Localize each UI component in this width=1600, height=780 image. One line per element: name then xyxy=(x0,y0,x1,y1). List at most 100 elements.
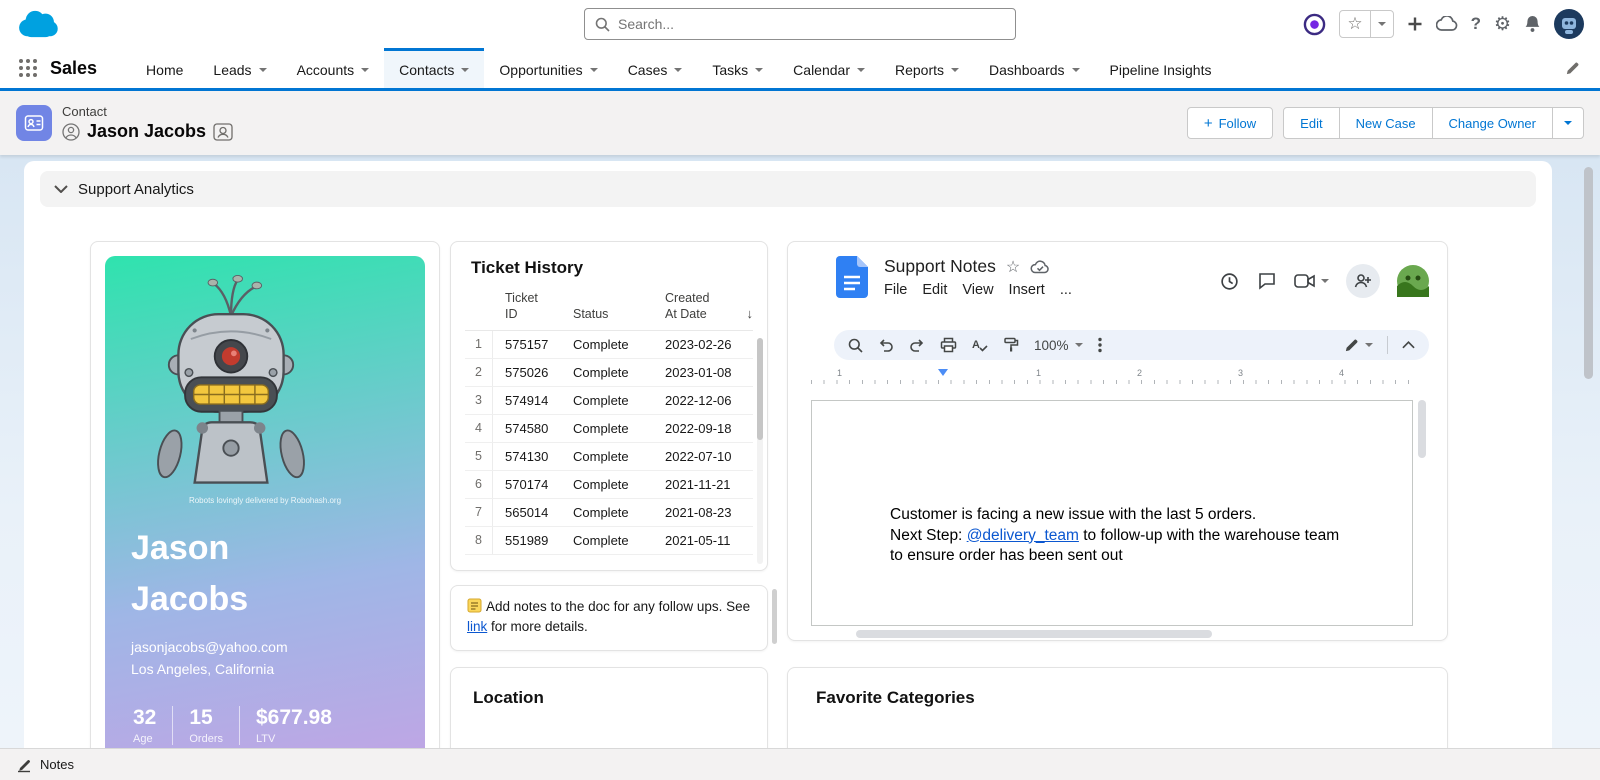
docs-vertical-scrollbar[interactable] xyxy=(1418,400,1426,458)
tab-calendar[interactable]: Calendar xyxy=(778,48,880,88)
ticket-row[interactable]: 4 574580 Complete 2022-09-18 xyxy=(465,414,753,443)
sort-descending-icon[interactable]: ↓ xyxy=(747,306,754,323)
tab-home[interactable]: Home xyxy=(131,48,198,88)
spellcheck-icon[interactable]: A xyxy=(972,337,988,353)
note-scrollbar[interactable] xyxy=(772,589,777,644)
app-name[interactable]: Sales xyxy=(50,48,131,88)
favorites-button[interactable]: ☆ xyxy=(1339,10,1394,38)
docs-search-icon[interactable] xyxy=(848,338,863,353)
editing-mode-button[interactable] xyxy=(1344,338,1373,353)
tab-accounts[interactable]: Accounts xyxy=(282,48,385,88)
more-actions-button[interactable] xyxy=(1552,107,1584,139)
docs-user-avatar[interactable] xyxy=(1397,265,1429,297)
robot-caption: Robots lovingly delivered by Robohash.or… xyxy=(188,496,342,505)
ticket-row[interactable]: 6 570174 Complete 2021-11-21 xyxy=(465,470,753,499)
docs-menu-[interactable]: ... xyxy=(1060,282,1072,298)
app-launcher-icon[interactable] xyxy=(0,48,50,88)
ticket-row[interactable]: 3 574914 Complete 2022-12-06 xyxy=(465,386,753,415)
record-actions: + Follow Edit New Case Change Owner xyxy=(1186,107,1584,139)
tab-tasks[interactable]: Tasks xyxy=(697,48,778,88)
docs-horizontal-scrollbar[interactable] xyxy=(856,630,1212,638)
collapse-toolbar-icon[interactable] xyxy=(1402,341,1415,349)
ticket-row[interactable]: 8 551989 Complete 2021-05-11 xyxy=(465,526,753,555)
add-icon[interactable] xyxy=(1407,16,1423,32)
tab-cases[interactable]: Cases xyxy=(613,48,698,88)
stat-orders: 15 Orders xyxy=(172,706,239,746)
salesforce-app-window: ☆ ? ⚙ Sale xyxy=(0,0,1600,780)
user-avatar[interactable] xyxy=(1554,9,1584,39)
tab-dashboards[interactable]: Dashboards xyxy=(974,48,1095,88)
tab-opportunities[interactable]: Opportunities xyxy=(484,48,612,88)
comments-icon[interactable] xyxy=(1257,271,1277,291)
global-search[interactable] xyxy=(584,8,1016,40)
chevron-down-icon xyxy=(54,185,68,193)
tab-label: Accounts xyxy=(296,61,355,78)
note-link[interactable]: link xyxy=(467,619,487,634)
ticket-row[interactable]: 1 575157 Complete 2023-02-26 xyxy=(465,330,753,359)
favorite-categories-title: Favorite Categories xyxy=(816,688,975,707)
delivery-team-mention[interactable]: @delivery_team xyxy=(967,527,1079,544)
contact-photo-icon[interactable] xyxy=(213,122,233,141)
support-analytics-section-header[interactable]: Support Analytics xyxy=(40,171,1536,207)
ticket-table-scrollbar[interactable] xyxy=(757,338,763,564)
docs-ruler[interactable]: 1 1 2 3 4 xyxy=(811,368,1411,384)
print-icon[interactable] xyxy=(940,337,957,353)
notifications-bell-icon[interactable] xyxy=(1524,15,1541,33)
version-history-icon[interactable] xyxy=(1219,271,1240,292)
ticket-history-title: Ticket History xyxy=(471,258,584,277)
tab-contacts[interactable]: Contacts xyxy=(384,48,485,88)
edit-button[interactable]: Edit xyxy=(1283,107,1340,139)
follow-button[interactable]: + Follow xyxy=(1186,107,1274,139)
tab-leads[interactable]: Leads xyxy=(198,48,281,88)
note-text: Add notes to the doc for any follow ups.… xyxy=(486,599,751,614)
docs-menu-insert[interactable]: Insert xyxy=(1009,282,1045,298)
more-options-kebab-icon[interactable] xyxy=(1097,337,1102,353)
undo-icon[interactable] xyxy=(878,337,894,353)
tab-pipeline-insights[interactable]: Pipeline Insights xyxy=(1095,48,1227,88)
toolbar-divider xyxy=(1387,336,1388,354)
chevron-down-icon xyxy=(755,67,764,72)
new-case-button[interactable]: New Case xyxy=(1338,107,1433,139)
ticket-row[interactable]: 2 575026 Complete 2023-01-08 xyxy=(465,358,753,387)
ruler-label: 4 xyxy=(1339,368,1345,378)
notes-utility-label[interactable]: Notes xyxy=(40,757,74,772)
docs-menu-edit[interactable]: Edit xyxy=(922,282,947,298)
docs-menu-view[interactable]: View xyxy=(962,282,993,298)
tab-reports[interactable]: Reports xyxy=(880,48,974,88)
cloud-icon[interactable] xyxy=(1435,16,1458,32)
note-card: Add notes to the doc for any follow ups.… xyxy=(450,585,768,651)
column-created-at[interactable]: Created At Date ↓ xyxy=(665,290,753,323)
meet-call-button[interactable] xyxy=(1294,273,1329,289)
change-owner-button[interactable]: Change Owner xyxy=(1431,107,1553,139)
trailhead-icon[interactable] xyxy=(1303,13,1326,36)
search-input[interactable] xyxy=(618,16,1005,32)
docs-title[interactable]: Support Notes xyxy=(884,256,996,277)
chevron-down-icon xyxy=(361,67,370,72)
zoom-control[interactable]: 100% xyxy=(1034,338,1083,353)
docs-menu-file[interactable]: File xyxy=(884,282,907,298)
setup-gear-icon[interactable]: ⚙ xyxy=(1494,13,1511,36)
svg-text:A: A xyxy=(972,339,980,351)
chevron-down-icon xyxy=(258,67,267,72)
nav-bar: Sales Home Leads Accounts Contacts Opportuni… xyxy=(0,48,1600,91)
document-page[interactable]: Customer is facing a new issue with the … xyxy=(811,400,1413,626)
document-text[interactable]: Customer is facing a new issue with the … xyxy=(890,505,1339,567)
indent-marker-icon[interactable] xyxy=(938,369,948,376)
favorites-caret[interactable] xyxy=(1369,11,1393,37)
column-ticket-id[interactable]: Ticket ID xyxy=(493,290,573,323)
nav-edit-pencil-icon[interactable] xyxy=(1565,48,1600,88)
favorites-star-icon[interactable]: ☆ xyxy=(1340,14,1369,34)
ticket-row[interactable]: 7 565014 Complete 2021-08-23 xyxy=(465,498,753,527)
robot-avatar-image xyxy=(157,274,305,484)
docs-saved-cloud-icon[interactable] xyxy=(1030,259,1050,275)
tab-label: Contacts xyxy=(399,61,455,78)
docs-star-icon[interactable]: ☆ xyxy=(1006,257,1020,277)
column-status[interactable]: Status xyxy=(573,306,665,322)
share-button[interactable] xyxy=(1346,264,1380,298)
redo-icon[interactable] xyxy=(909,337,925,353)
page-vertical-scrollbar[interactable] xyxy=(1584,167,1593,379)
paint-format-icon[interactable] xyxy=(1003,337,1019,353)
help-icon[interactable]: ? xyxy=(1471,14,1481,34)
ticket-row[interactable]: 5 574130 Complete 2022-07-10 xyxy=(465,442,753,471)
salesforce-logo[interactable] xyxy=(14,8,60,40)
